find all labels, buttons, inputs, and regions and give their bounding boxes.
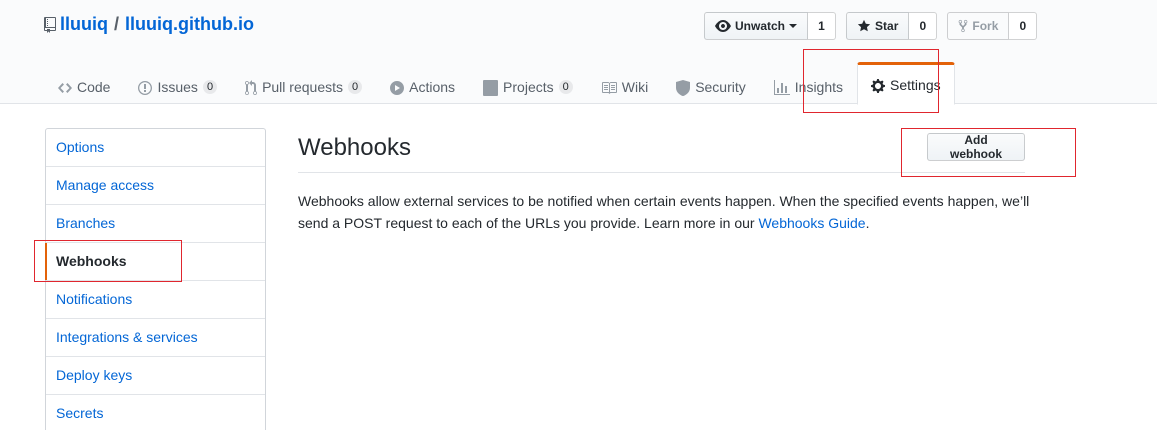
- repo-name-link[interactable]: lluuiq.github.io: [125, 14, 254, 35]
- tab-code[interactable]: Code: [44, 62, 124, 104]
- unwatch-label: Unwatch: [735, 19, 786, 33]
- code-icon: [58, 83, 72, 93]
- sidebar-item-notifications[interactable]: Notifications: [46, 281, 265, 319]
- eye-icon: [715, 20, 731, 32]
- fork-count[interactable]: 0: [1009, 12, 1038, 40]
- star-icon: [857, 19, 871, 32]
- webhooks-guide-link[interactable]: Webhooks Guide: [758, 215, 865, 231]
- tab-wiki-label: Wiki: [621, 79, 649, 95]
- git-pull-request-icon: [245, 80, 258, 96]
- graph-icon: [773, 80, 790, 95]
- tab-code-label: Code: [77, 79, 111, 95]
- star-count[interactable]: 0: [909, 12, 938, 40]
- description-text: Webhooks allow external services to be n…: [298, 193, 1030, 231]
- play-icon: [390, 81, 405, 95]
- tab-issues[interactable]: Issues 0: [124, 62, 231, 104]
- sidebar-item-branches[interactable]: Branches: [46, 205, 265, 243]
- tab-pull-requests-label: Pull requests: [262, 79, 343, 95]
- sidebar-item-deploy-keys[interactable]: Deploy keys: [46, 357, 265, 395]
- tab-security[interactable]: Security: [662, 62, 760, 104]
- repo-title: lluuiq / lluuiq.github.io: [44, 14, 254, 35]
- repo-icon: [44, 16, 56, 33]
- tab-wiki[interactable]: Wiki: [587, 62, 662, 104]
- issue-opened-icon: [138, 81, 153, 95]
- sidebar-item-options[interactable]: Options: [46, 129, 265, 167]
- sidebar-item-integrations-services[interactable]: Integrations & services: [46, 319, 265, 357]
- pull-requests-counter: 0: [348, 80, 363, 94]
- fork-button[interactable]: Fork: [947, 12, 1010, 40]
- sidebar-item-manage-access[interactable]: Manage access: [46, 167, 265, 205]
- path-separator: /: [114, 14, 120, 34]
- watch-count[interactable]: 1: [808, 12, 837, 40]
- repo-owner-link[interactable]: lluuiq: [60, 14, 108, 35]
- page-title: Webhooks: [298, 134, 411, 161]
- tab-security-label: Security: [695, 79, 746, 95]
- star-button[interactable]: Star: [846, 12, 910, 40]
- book-icon: [601, 82, 617, 94]
- repo-header: lluuiq / lluuiq.github.io Unwatch 1 Star…: [0, 0, 1157, 105]
- unwatch-button[interactable]: Unwatch: [704, 12, 809, 40]
- star-label: Star: [875, 19, 899, 33]
- tab-pull-requests[interactable]: Pull requests 0: [231, 62, 376, 104]
- tab-actions[interactable]: Actions: [376, 62, 469, 104]
- webhooks-description: Webhooks allow external services to be n…: [298, 190, 1038, 234]
- star-group: Star 0: [846, 12, 938, 40]
- description-end: .: [865, 215, 870, 231]
- projects-counter: 0: [558, 80, 573, 94]
- tab-actions-label: Actions: [409, 79, 456, 95]
- caret-down-icon: [789, 24, 798, 28]
- tab-issues-label: Issues: [157, 79, 198, 95]
- fork-label: Fork: [972, 19, 999, 33]
- tab-projects[interactable]: Projects 0: [469, 62, 587, 104]
- shield-icon: [676, 80, 691, 96]
- tab-projects-label: Projects: [503, 79, 554, 95]
- annotation-box-settings-tab: [803, 49, 939, 113]
- project-icon: [483, 80, 499, 96]
- repo-actions: Unwatch 1 Star 0 Fork 0: [704, 12, 1047, 40]
- fork-group: Fork 0: [947, 12, 1038, 40]
- annotation-box-webhooks-item: [34, 240, 182, 282]
- issues-counter: 0: [202, 80, 218, 94]
- fork-icon: [958, 19, 968, 33]
- watch-group: Unwatch 1: [704, 12, 837, 40]
- annotation-box-add-webhook: [901, 128, 1076, 177]
- sidebar-item-secrets[interactable]: Secrets: [46, 395, 265, 430]
